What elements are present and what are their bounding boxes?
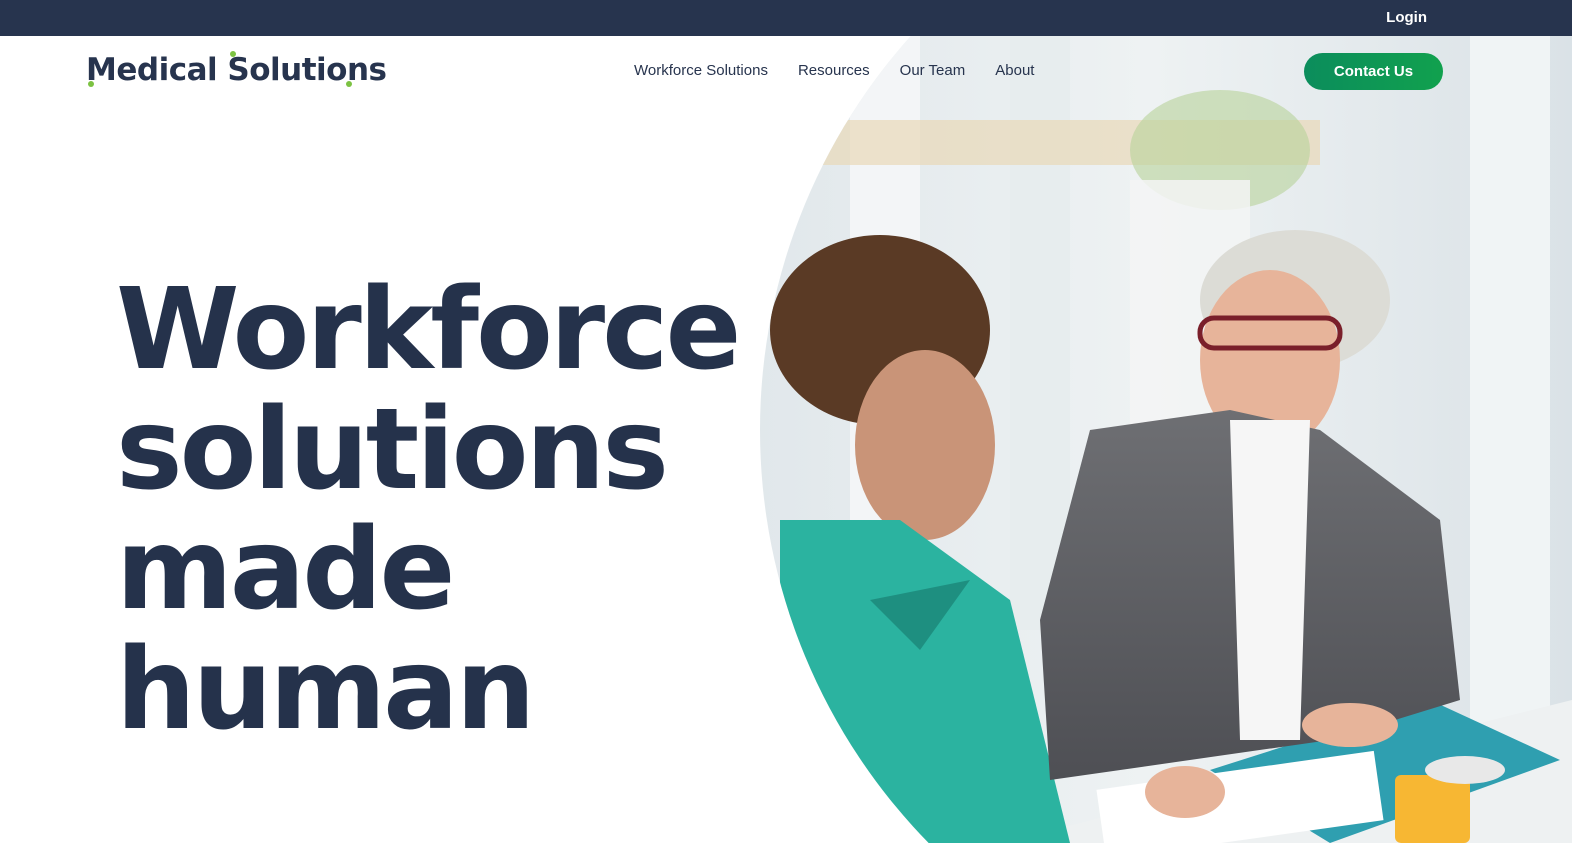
logo-dot-icon (230, 51, 236, 57)
nav-item-resources[interactable]: Resources (798, 62, 870, 79)
headline-line: human (116, 625, 535, 755)
nav-item-about[interactable]: About (995, 62, 1034, 79)
contact-us-button[interactable]: Contact Us (1304, 53, 1443, 90)
logo-dot-icon (346, 81, 352, 87)
logo-dot-icon (88, 81, 94, 87)
headline-line: Workforce (116, 265, 741, 395)
nav-item-workforce-solutions[interactable]: Workforce Solutions (634, 62, 768, 79)
site-header: Medical Solutions Workforce Solutions Re… (0, 36, 1572, 106)
headline-line: solutions (116, 385, 669, 515)
main-nav: Workforce Solutions Resources Our Team A… (634, 62, 1034, 79)
logo[interactable]: Medical Solutions (86, 50, 387, 90)
login-link[interactable]: Login (1386, 9, 1427, 26)
nav-item-our-team[interactable]: Our Team (900, 62, 966, 79)
headline-line: made (116, 505, 455, 635)
hero-headline: Workforce solutions made human (116, 270, 756, 750)
utility-bar: Login (0, 0, 1572, 36)
logo-text: Medical Solutions (86, 52, 387, 88)
